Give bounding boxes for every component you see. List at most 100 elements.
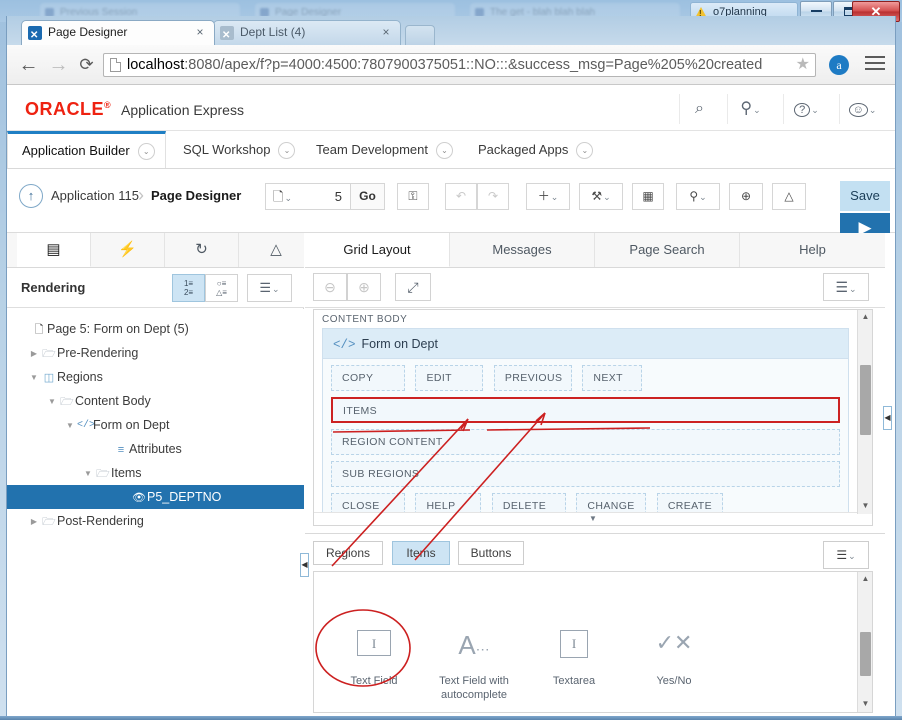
scrollbar-thumb[interactable] [860,632,871,676]
tab-grid-layout[interactable]: Grid Layout [305,233,450,267]
scroll-up-arrow-icon[interactable]: ▲ [858,310,872,325]
utilities-button[interactable]: ⚒⌄ [579,183,623,210]
page-selector-group[interactable]: 🗋⌄ 5 Go [265,183,385,210]
slot-copy[interactable]: COPY [331,365,405,391]
address-bar[interactable]: localhost:8080/apex/f?p=4000:4500:780790… [103,53,816,77]
tab-help[interactable]: Help [740,233,885,267]
tree-node-p5-deptno[interactable]: 👁P5_DEPTNO [7,485,304,509]
region-header[interactable]: </> Form on Dept [323,329,848,359]
forward-button[interactable]: → [45,52,72,78]
panel-menu-button[interactable]: ☰⌄ [247,274,292,302]
tab-application-builder[interactable]: Application Builder ⌄ [7,131,166,168]
shared-components-button[interactable]: ⚲⌄ [676,183,720,210]
twisty[interactable]: ▼ [63,414,77,438]
left-panel-header: Rendering 1≡ 2≡ ○≡ △≡ ☰⌄ [7,268,304,308]
reload-button[interactable]: ⟳ [73,52,100,78]
help-icon[interactable]: ? ⌄ [783,94,829,124]
bookmark-star-icon[interactable]: ★ [796,57,810,73]
grid-expand-bar[interactable]: ▼ [314,512,872,525]
gallery-item-text-field[interactable]: Text Field [324,630,424,688]
chevron-down-icon[interactable]: ⌄ [576,142,594,160]
tree-node-content-body[interactable]: ▼ 🗁Content Body [7,389,304,413]
zoom-out-button[interactable]: ⊖ [313,273,347,301]
redo-button[interactable]: ↷ [477,183,509,210]
slot-edit[interactable]: EDIT [415,365,484,391]
left-panel-collapse-handle[interactable]: ◀ [300,553,309,577]
tree-node-page[interactable]: 🗋 Page 5: Form on Dept (5) [7,317,304,341]
slot-region-content[interactable]: REGION CONTENT [331,429,840,455]
gallery-vertical-scrollbar[interactable]: ▲ ▼ [857,572,872,712]
breadcrumb-application[interactable]: Application 115 [51,188,139,203]
zoom-in-button[interactable]: ⊕ [347,273,381,301]
gallery-tab-regions[interactable]: Regions [313,541,383,565]
region-form-on-dept[interactable]: </> Form on Dept COPY EDIT PREVIOUS NEXT … [322,328,849,525]
gallery-item-yes-no[interactable]: ✓✕ Yes/No [624,630,724,688]
slot-previous[interactable]: PREVIOUS [493,365,572,391]
chevron-down-icon[interactable]: ⌄ [137,143,155,161]
gallery-menu-button[interactable]: ☰⌄ [823,541,869,569]
grid-vertical-scrollbar[interactable]: ▲ ▼ [857,310,872,514]
hamburger-menu-icon[interactable] [865,56,885,74]
comments-button[interactable]: ⊕ [729,183,763,210]
grid-layout-canvas[interactable]: CONTENT BODY </> Form on Dept COPY EDIT P… [313,309,873,526]
rendering-tab[interactable]: ▤ [17,233,91,267]
theme-button[interactable]: △ [772,183,806,210]
component-view-button[interactable]: ○≡ △≡ [205,274,238,302]
zoom-in-icon: ⊕ [358,279,370,295]
admin-user-icon[interactable]: ⚲⌄ [727,94,773,124]
tree-node-regions[interactable]: ▼ ◫ Regions [7,365,304,389]
scroll-up-arrow-icon[interactable]: ▲ [858,572,872,587]
lock-button[interactable]: ⚿ [397,183,429,210]
tree-node-attributes[interactable]: ≡ Attributes [7,437,304,461]
tab-messages[interactable]: Messages [450,233,595,267]
twisty[interactable]: ▼ [81,462,95,486]
tab-sql-workshop[interactable]: SQL Workshop ⌄ [169,131,299,168]
gallery-tab-items[interactable]: Items [392,541,450,565]
navigate-up-button[interactable]: ↑ [19,184,43,208]
grid-menu-button[interactable]: ☰⌄ [823,273,869,301]
go-button[interactable]: Go [350,184,384,209]
tab-close-icon[interactable]: × [379,25,393,39]
tab-page-search[interactable]: Page Search [595,233,740,267]
extension-button[interactable]: a [829,55,849,75]
undo-button[interactable]: ↶ [445,183,477,210]
scrollbar-thumb[interactable] [860,365,871,435]
gallery-item-textarea[interactable]: Textarea [524,630,624,688]
tab-team-development[interactable]: Team Development ⌄ [302,131,462,168]
back-button[interactable]: ← [15,52,42,78]
tab-packaged-apps[interactable]: Packaged Apps ⌄ [464,131,598,168]
chevron-down-icon[interactable]: ⌄ [278,142,296,160]
tab-close-icon[interactable]: × [193,25,207,39]
expand-button[interactable]: ⤢ [395,273,431,301]
dynamic-actions-tab[interactable]: ⚡ [91,233,165,267]
search-icon[interactable]: ⌕ [679,94,719,124]
scroll-down-arrow-icon[interactable]: ▼ [858,499,872,514]
new-tab-button[interactable] [405,25,435,45]
tree-view-button[interactable]: 1≡ 2≡ [172,274,205,302]
tree-node-items[interactable]: ▼ 🗁Items [7,461,304,485]
create-button[interactable]: ＋⌄ [526,183,570,210]
twisty[interactable]: ▶ [27,510,41,534]
chevron-down-icon[interactable]: ⌄ [436,142,453,160]
slot-items[interactable]: ITEMS [331,397,840,423]
gallery-tab-buttons[interactable]: Buttons [458,541,524,565]
processing-tab[interactable]: ↻ [165,233,239,267]
twisty[interactable]: ▼ [27,366,41,390]
twisty[interactable]: ▼ [45,390,59,414]
main-panel-collapse-handle[interactable]: ◀ [883,406,892,430]
page-layout-button[interactable]: ▦ [632,183,664,210]
slot-sub-regions[interactable]: SUB REGIONS [331,461,840,487]
page-shared-components-tab[interactable]: △ [239,233,313,267]
page-number-input[interactable]: 5 [306,184,348,209]
save-button[interactable]: Save [840,181,890,211]
tree-node-form-on-dept[interactable]: ▼ </>Form on Dept [7,413,304,437]
browser-tab-page-designer[interactable]: Page Designer × [21,20,215,45]
browser-tab-dept-list[interactable]: Dept List (4) × [213,20,401,45]
slot-next[interactable]: NEXT [582,365,643,391]
tree-node-pre-rendering[interactable]: ▶ 🗁Pre-Rendering [7,341,304,365]
tree-node-post-rendering[interactable]: ▶ 🗁Post-Rendering [7,509,304,533]
gallery-item-text-field-autocomplete[interactable]: A⋯ Text Field with autocomplete [424,630,524,702]
account-icon[interactable]: ☺ ⌄ [839,94,885,124]
twisty[interactable]: ▶ [27,342,41,366]
scroll-down-arrow-icon[interactable]: ▼ [858,697,872,712]
